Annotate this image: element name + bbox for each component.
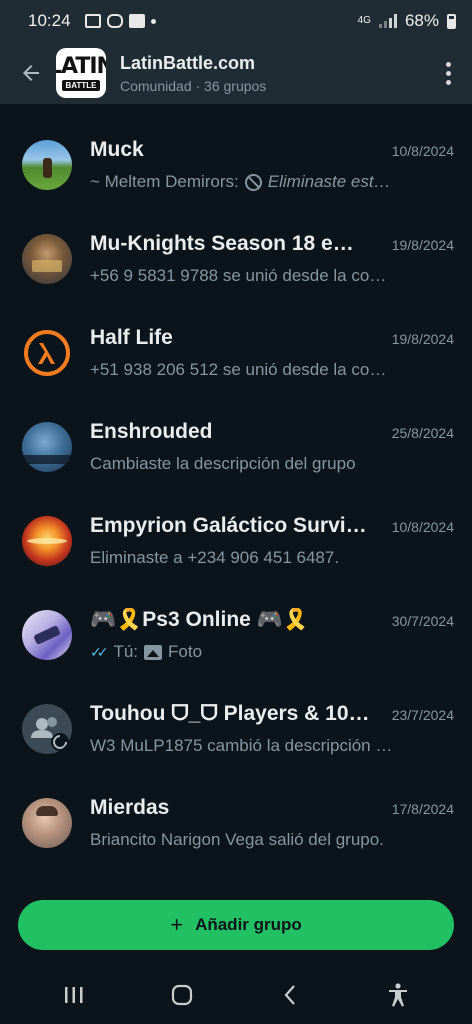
- plus-icon: +: [170, 912, 184, 937]
- group-avatar: [22, 328, 72, 378]
- logo-subtext: BATTLE: [61, 79, 101, 91]
- group-avatar: [22, 422, 72, 472]
- network-type: 4G: [357, 15, 371, 26]
- more-notifications-dot-icon: [150, 18, 156, 24]
- group-last-message: ~ Meltem Demirors: Eliminaste est…: [90, 172, 454, 192]
- group-name: Mierdas: [90, 796, 170, 819]
- group-last-message: +51 938 206 512 se unió desde la co…: [90, 360, 454, 380]
- group-time: 17/8/2024: [391, 801, 454, 817]
- message-sender: Tú:: [113, 642, 139, 661]
- group-time: 10/8/2024: [391, 519, 454, 535]
- group-row-enshrouded[interactable]: Enshrouded 25/8/2024 Cambiaste la descri…: [0, 400, 472, 494]
- app-notification-icon: [106, 14, 123, 28]
- half-life-lambda-icon: [24, 330, 70, 376]
- group-name: Empyrion Galáctico Survi…: [90, 514, 367, 537]
- community-subtitle: Comunidad · 36 grupos: [120, 77, 267, 94]
- chevron-left-icon: [284, 985, 295, 1005]
- add-group-button[interactable]: + Añadir grupo: [18, 900, 454, 950]
- group-row-half-life[interactable]: Half Life 19/8/2024 +51 938 206 512 se u…: [0, 306, 472, 400]
- home-button[interactable]: [162, 975, 202, 1015]
- group-last-message: Eliminaste a +234 906 451 6487.: [90, 548, 454, 568]
- community-title: LatinBattle.com: [120, 52, 256, 73]
- deleted-message-icon: [244, 173, 262, 191]
- header-titles[interactable]: LatinBattle.com Comunidad · 36 grupos: [120, 53, 266, 94]
- group-name: Enshrouded: [90, 420, 213, 443]
- back-arrow-icon: [23, 65, 39, 81]
- message-text: Foto: [168, 642, 203, 661]
- accessibility-icon: [389, 983, 407, 1007]
- recent-apps-button[interactable]: [54, 975, 94, 1015]
- status-time: 10:24: [28, 11, 71, 30]
- group-last-message: W3 MuLP1875 cambió la descripción …: [90, 736, 454, 756]
- community-logo[interactable]: LATIN BATTLE: [56, 48, 106, 98]
- message-text: +56 9 5831 9788 se unió desde la co…: [90, 266, 387, 285]
- group-time: 19/8/2024: [391, 237, 454, 253]
- group-last-message: +56 9 5831 9788 se unió desde la co…: [90, 266, 454, 286]
- group-row-ps3-online[interactable]: 🎮🎗️Ps3 Online 🎮🎗️ 30/7/2024 ✓✓ Tú: Foto: [0, 588, 472, 682]
- group-time: 19/8/2024: [391, 331, 454, 347]
- signal-icon: [378, 14, 397, 28]
- message-sender: ~ Meltem Demirors:: [90, 172, 239, 191]
- group-avatar: [22, 610, 72, 660]
- battery-percent: 68%: [404, 11, 439, 30]
- home-icon: [171, 984, 193, 1006]
- message-text: Cambiaste la descripción del grupo: [90, 454, 356, 473]
- group-row-touhou[interactable]: Touhou ᗜ_ᗜ Players & 10… 23/7/2024 W3 Mu…: [0, 682, 472, 776]
- system-navigation-bar: [0, 966, 472, 1024]
- logo-text: LATIN: [56, 53, 106, 79]
- photo-icon: [144, 644, 163, 660]
- group-time: 30/7/2024: [391, 613, 454, 629]
- group-avatar: [22, 704, 72, 754]
- group-row-mu-knights[interactable]: Mu-Knights Season 18 e… 19/8/2024 +56 9 …: [0, 212, 472, 306]
- group-last-message: ✓✓ Tú: Foto: [90, 642, 454, 662]
- default-group-icon: [31, 717, 69, 751]
- community-header: LATIN BATTLE LatinBattle.com Comunidad ·…: [0, 42, 472, 104]
- message-text: Eliminaste est…: [267, 172, 391, 191]
- recent-apps-icon: [65, 987, 83, 1003]
- group-row-muck[interactable]: Muck 10/8/2024 ~ Meltem Demirors: Elimin…: [0, 118, 472, 212]
- group-name: 🎮🎗️Ps3 Online 🎮🎗️: [90, 608, 309, 631]
- youtube-notification-icon: [128, 14, 145, 28]
- group-name: Touhou ᗜ_ᗜ Players & 10…: [90, 702, 370, 725]
- message-text: Eliminaste a +234 906 451 6487.: [90, 548, 340, 567]
- back-button[interactable]: [14, 56, 48, 90]
- group-last-message: Cambiaste la descripción del grupo: [90, 454, 454, 474]
- accessibility-button[interactable]: [378, 975, 418, 1015]
- group-last-message: Briancito Narigon Vega salió del grupo.: [90, 830, 454, 850]
- system-back-button[interactable]: [270, 975, 310, 1015]
- more-options-button[interactable]: [434, 53, 462, 93]
- group-avatar: [22, 516, 72, 566]
- message-text: Briancito Narigon Vega salió del grupo.: [90, 830, 384, 849]
- status-bar: 10:24 4G 68%: [0, 0, 472, 42]
- group-avatar: [22, 140, 72, 190]
- gallery-notification-icon: [84, 14, 101, 28]
- group-time: 25/8/2024: [391, 425, 454, 441]
- message-text: +51 938 206 512 se unió desde la co…: [90, 360, 387, 379]
- group-name: Muck: [90, 138, 144, 161]
- group-time: 23/7/2024: [391, 707, 454, 723]
- message-text: W3 MuLP1875 cambió la descripción …: [90, 736, 393, 755]
- group-avatar: [22, 798, 72, 848]
- group-avatar: [22, 234, 72, 284]
- group-time: 10/8/2024: [391, 143, 454, 159]
- group-row-mierdas[interactable]: Mierdas 17/8/2024 Briancito Narigon Vega…: [0, 776, 472, 870]
- read-receipt-icon: ✓✓: [90, 643, 109, 660]
- battery-icon: [447, 13, 456, 29]
- group-list: Muck 10/8/2024 ~ Meltem Demirors: Elimin…: [0, 118, 472, 870]
- add-group-label: Añadir grupo: [195, 915, 302, 934]
- group-name: Mu-Knights Season 18 e…: [90, 232, 354, 255]
- group-name: Half Life: [90, 326, 173, 349]
- group-row-empyrion[interactable]: Empyrion Galáctico Survi… 10/8/2024 Elim…: [0, 494, 472, 588]
